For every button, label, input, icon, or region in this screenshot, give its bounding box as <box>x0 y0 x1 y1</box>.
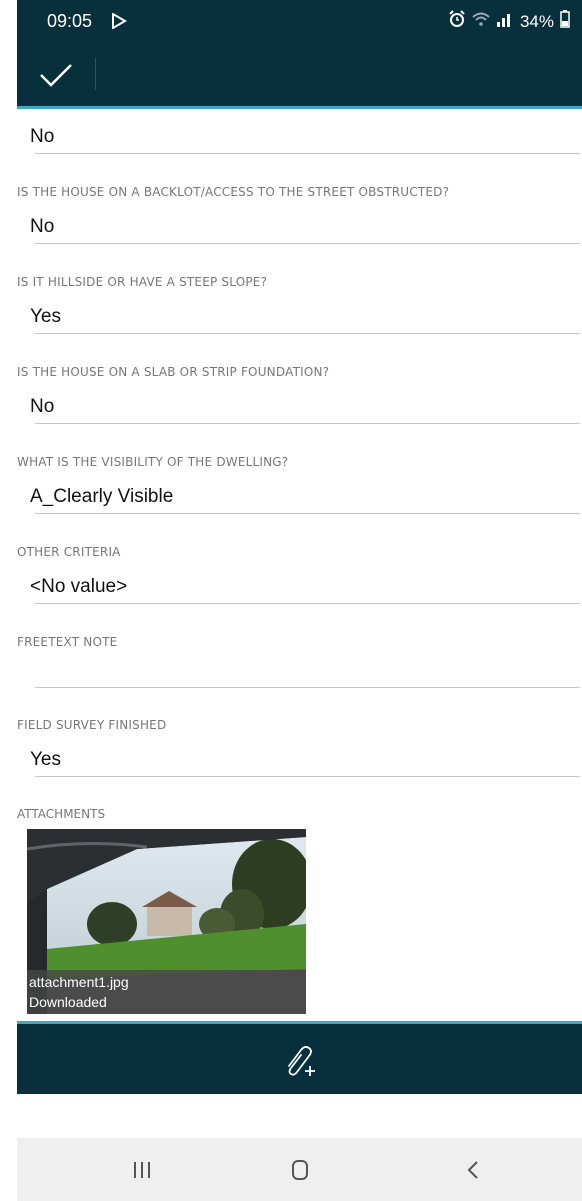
field-underline <box>35 776 580 777</box>
signal-icon <box>496 11 514 32</box>
battery-icon <box>560 10 570 33</box>
toolbar-divider <box>95 58 96 90</box>
home-button[interactable] <box>280 1156 320 1184</box>
status-bar: 09:05 34% <box>17 0 582 42</box>
recents-icon <box>122 1162 162 1188</box>
attachment-thumbnail[interactable]: attachment1.jpg Downloaded <box>27 829 306 1014</box>
field-underline <box>35 153 580 154</box>
field-label: WHAT IS THE VISIBILITY OF THE DWELLING? <box>17 455 289 469</box>
system-nav-bar <box>17 1138 582 1201</box>
status-icons: 34% <box>448 10 570 33</box>
check-icon[interactable] <box>39 62 73 93</box>
field-underline <box>35 243 580 244</box>
attachment-status: Downloaded <box>29 994 107 1010</box>
field-underline <box>35 603 580 604</box>
field-underline <box>35 423 580 424</box>
back-button[interactable] <box>453 1156 493 1184</box>
field-value[interactable]: Yes <box>30 306 61 328</box>
field-value[interactable]: No <box>30 216 54 238</box>
field-underline <box>35 687 580 688</box>
attachment-name: attachment1.jpg <box>29 974 129 990</box>
app-bar <box>17 42 582 109</box>
field-label: IS IT HILLSIDE OR HAVE A STEEP SLOPE? <box>17 275 268 289</box>
field-value[interactable]: A_Clearly Visible <box>30 486 173 508</box>
recents-button[interactable] <box>122 1156 162 1184</box>
field-underline <box>35 513 580 514</box>
field-value[interactable]: No <box>30 396 54 418</box>
attachment-caption: attachment1.jpg Downloaded <box>27 970 306 1014</box>
field-value[interactable]: Yes <box>30 749 61 771</box>
back-icon <box>453 1161 493 1188</box>
field-label: IS THE HOUSE ON A SLAB OR STRIP FOUNDATI… <box>17 365 330 379</box>
home-icon <box>280 1160 320 1188</box>
attachments-label: ATTACHMENTS <box>17 807 106 821</box>
bottom-toolbar <box>17 1021 582 1094</box>
field-label: FIELD SURVEY FINISHED <box>17 718 167 732</box>
field-underline <box>35 333 580 334</box>
field-label: OTHER CRITERIA <box>17 545 121 559</box>
battery-percent: 34% <box>519 11 554 31</box>
field-label: FREETEXT NOTE <box>17 635 118 649</box>
play-store-icon <box>111 12 127 34</box>
paperclip-plus-icon <box>279 1045 319 1082</box>
status-time: 09:05 <box>47 11 93 31</box>
screen: 09:05 34% No IS THE HOUSE ON A BACKLOT/A… <box>17 0 582 1201</box>
wifi-icon <box>472 11 490 32</box>
field-label: IS THE HOUSE ON A BACKLOT/ACCESS TO THE … <box>17 185 450 199</box>
alarm-icon <box>448 10 466 33</box>
add-attachment-button[interactable] <box>279 1042 319 1078</box>
field-value[interactable]: No <box>30 126 54 148</box>
field-value[interactable]: <No value> <box>30 576 127 598</box>
